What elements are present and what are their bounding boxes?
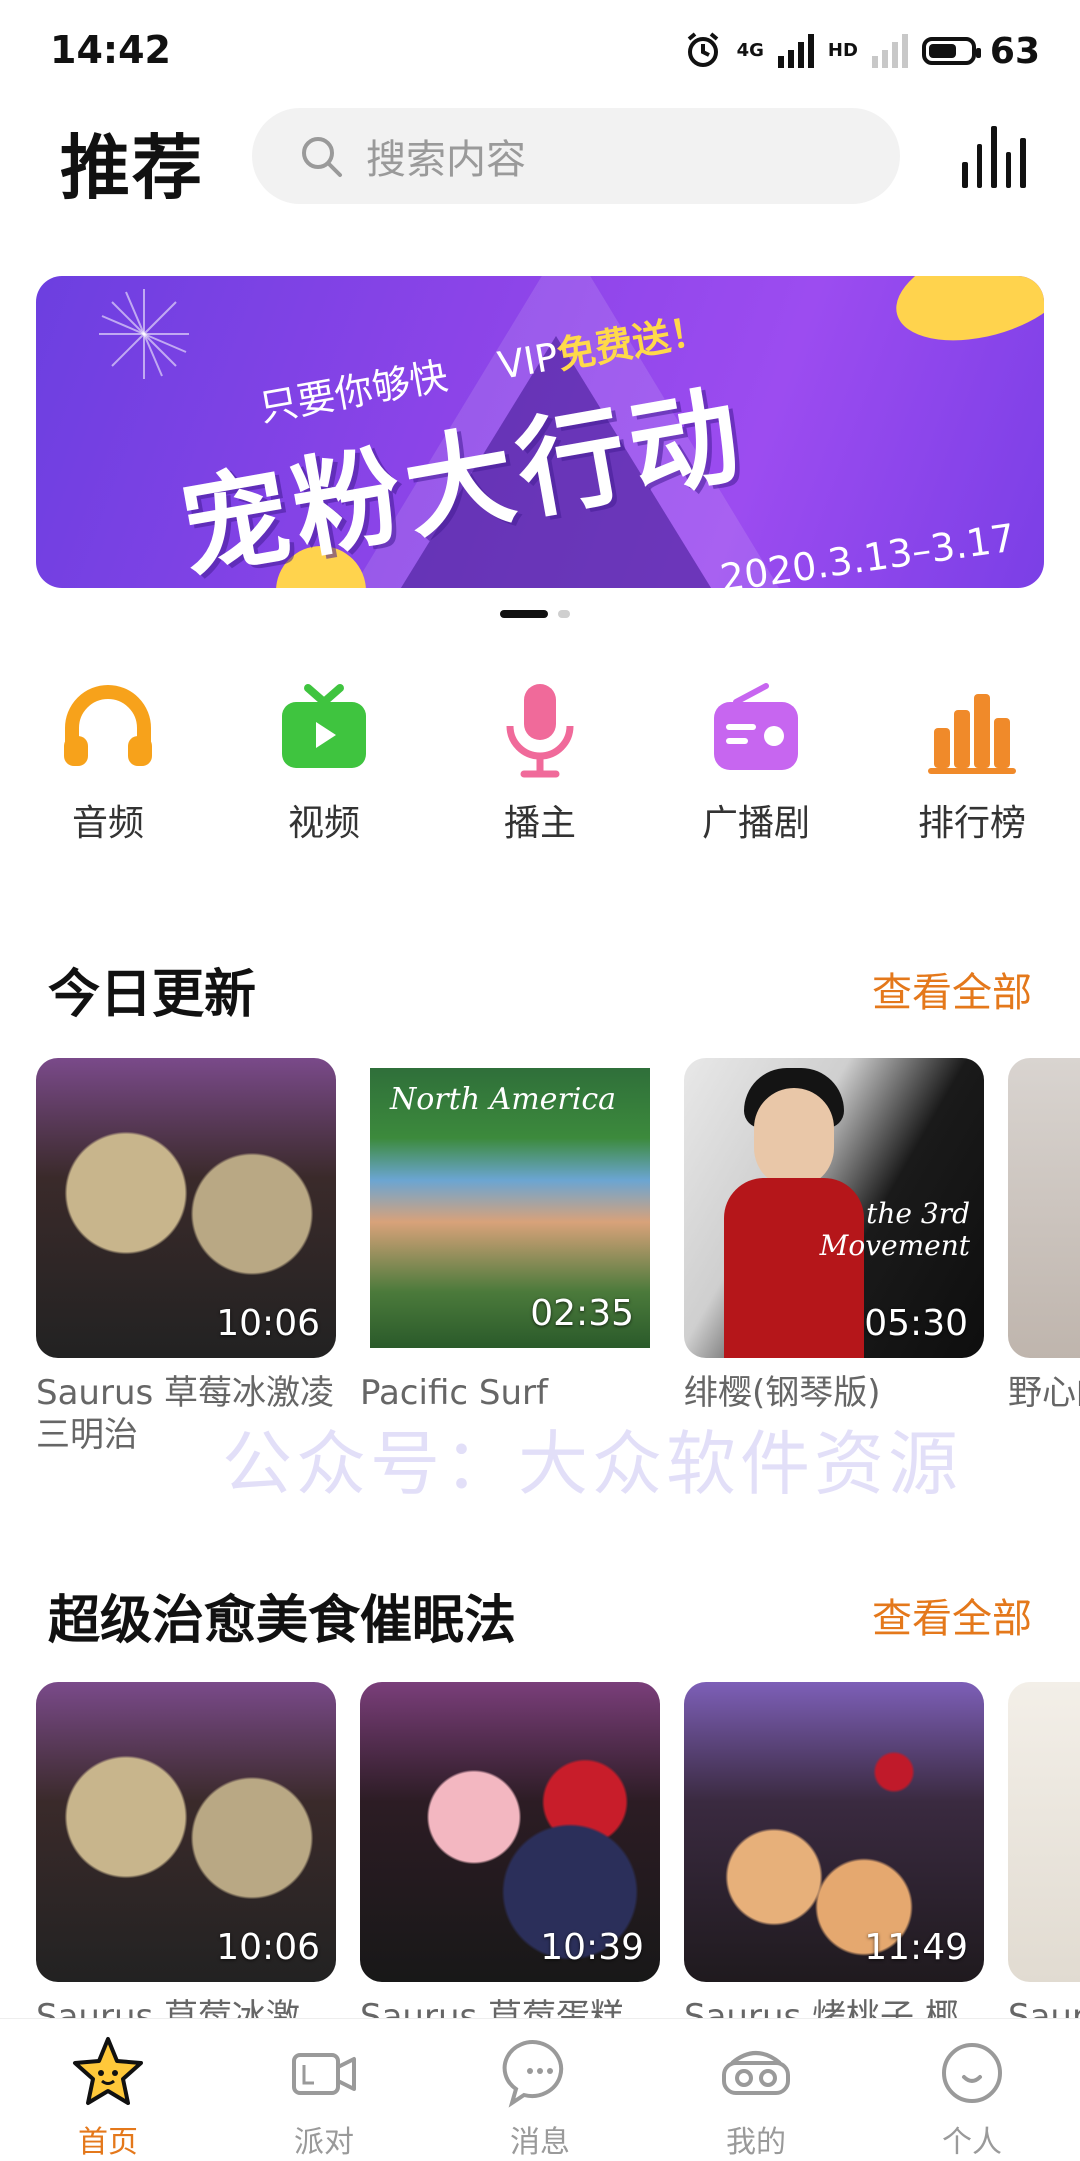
tab-home[interactable]: 首页	[18, 2035, 198, 2161]
search-placeholder: 搜索内容	[366, 137, 526, 183]
tab-party[interactable]: 派对	[234, 2035, 414, 2161]
item-title: Saur	[1008, 1997, 1080, 2018]
star-face-icon	[70, 2035, 146, 2111]
cover-image: 10:06	[36, 1682, 336, 1982]
list-item[interactable]: 10:06 Saurus 草莓冰激凌三明治	[36, 1058, 336, 1456]
item-title: 野心的全	[1008, 1373, 1080, 1413]
tab-profile[interactable]: 个人	[882, 2035, 1062, 2161]
list-item[interactable]: 11:49 Saurus 烤桃子 椰	[684, 1682, 984, 2018]
carousel-dot	[558, 610, 570, 618]
duration-label: 05:30	[864, 1303, 968, 1344]
category-audio[interactable]: 音频	[18, 680, 198, 846]
ranking-chart-button[interactable]	[962, 124, 1026, 188]
smile-face-icon	[934, 2035, 1010, 2111]
watermark: 公众号：大众软件资源	[222, 1423, 962, 1505]
item-title: Saurus 草莓蛋糕	[360, 1997, 625, 2018]
headphones-icon	[58, 680, 158, 780]
microphone-icon	[490, 680, 590, 780]
tab-label: 派对	[294, 2125, 354, 2160]
bar-chart-icon	[922, 680, 1022, 780]
item-title: Saurus 草莓冰激	[36, 1997, 301, 2018]
duration-label: 10:06	[216, 1927, 320, 1968]
list-item[interactable]: 10:06 Saurus 草莓冰激	[36, 1682, 336, 2018]
status-icons: 4G HD 63	[683, 26, 1040, 76]
carousel-dot-active	[500, 610, 548, 618]
tab-label: 首页	[78, 2125, 138, 2160]
signal-icon	[777, 34, 814, 68]
cover-image	[1008, 1682, 1080, 1982]
vr-goggles-icon	[718, 2035, 794, 2111]
chat-bubble-icon	[502, 2035, 578, 2111]
list-item[interactable]: the 3rd Movement 05:30 绯樱(钢琴版)	[684, 1058, 984, 1414]
list-item[interactable]: 野心的全	[1008, 1058, 1080, 1414]
search-icon	[302, 137, 342, 177]
video-camera-icon	[286, 2035, 362, 2111]
duration-label: 11:49	[864, 1927, 968, 1968]
cover-text: the 3rd Movement	[819, 1197, 970, 1262]
tab-label: 消息	[510, 2125, 570, 2160]
category-ranking[interactable]: 排行榜	[882, 680, 1062, 846]
category-radio-drama[interactable]: 广播剧	[666, 680, 846, 846]
promo-banner[interactable]: 只要你够快 VIP免费送！ 宠粉大行动 2020.3.13–3.17	[36, 276, 1044, 588]
status-time: 14:42	[50, 28, 171, 72]
view-all-today-link[interactable]: 查看全部	[872, 960, 1032, 1018]
carousel-indicator	[500, 610, 570, 618]
radio-icon	[706, 680, 806, 780]
battery-level: 63	[989, 30, 1040, 72]
bottom-tab-bar: 首页 派对 消息 我的 个人	[0, 2018, 1080, 2161]
hd-label: HD	[827, 40, 858, 61]
status-bar: 14:42 4G HD 63	[0, 0, 1080, 100]
battery-icon	[921, 37, 981, 65]
category-label: 广播剧	[701, 803, 810, 844]
category-label: 视频	[287, 803, 360, 844]
tab-mine[interactable]: 我的	[666, 2035, 846, 2161]
list-item[interactable]: 10:39 Saurus 草莓蛋糕	[360, 1682, 660, 2018]
cover-image: 10:39	[360, 1682, 660, 1982]
duration-label: 10:06	[216, 1303, 320, 1344]
cover-image: the 3rd Movement 05:30	[684, 1058, 984, 1358]
category-video[interactable]: 视频	[234, 680, 414, 846]
search-input[interactable]: 搜索内容	[252, 108, 900, 204]
duration-label: 10:39	[540, 1927, 644, 1968]
category-label: 音频	[71, 803, 144, 844]
tab-label: 我的	[726, 2125, 786, 2160]
list-item[interactable]: North America 02:35 Pacific Surf	[360, 1058, 660, 1414]
page-title: 推荐	[60, 127, 204, 209]
tab-messages[interactable]: 消息	[450, 2035, 630, 2161]
section-title-today: 今日更新	[48, 965, 257, 1025]
signal-2-icon	[871, 34, 908, 68]
alarm-icon	[687, 32, 718, 67]
category-label: 排行榜	[917, 803, 1026, 844]
bar-chart-icon	[962, 162, 968, 188]
tv-icon	[274, 680, 374, 780]
view-all-food-link[interactable]: 查看全部	[872, 1586, 1032, 1644]
cover-image: North America 02:35	[360, 1058, 660, 1358]
cover-text: North America	[390, 1082, 617, 1117]
item-title: Saurus 烤桃子 椰	[684, 1997, 959, 2018]
firework-icon	[99, 289, 189, 379]
category-host[interactable]: 播主	[450, 680, 630, 846]
list-item[interactable]: Saur	[1008, 1682, 1080, 2018]
cover-image	[1008, 1058, 1080, 1358]
food-list: 10:06 Saurus 草莓冰激 10:39 Saurus 草莓蛋糕 11:4…	[0, 1682, 1080, 2018]
duration-label: 02:35	[530, 1293, 634, 1334]
network-type-label: 4G	[736, 40, 764, 61]
cover-image: 10:06	[36, 1058, 336, 1358]
tab-label: 个人	[942, 2125, 1002, 2160]
category-row: 音频 视频 播主 广播剧 排行榜	[0, 680, 1080, 850]
section-title-food: 超级治愈美食催眠法	[48, 1591, 517, 1651]
category-label: 播主	[503, 803, 576, 844]
cover-image: 11:49	[684, 1682, 984, 1982]
